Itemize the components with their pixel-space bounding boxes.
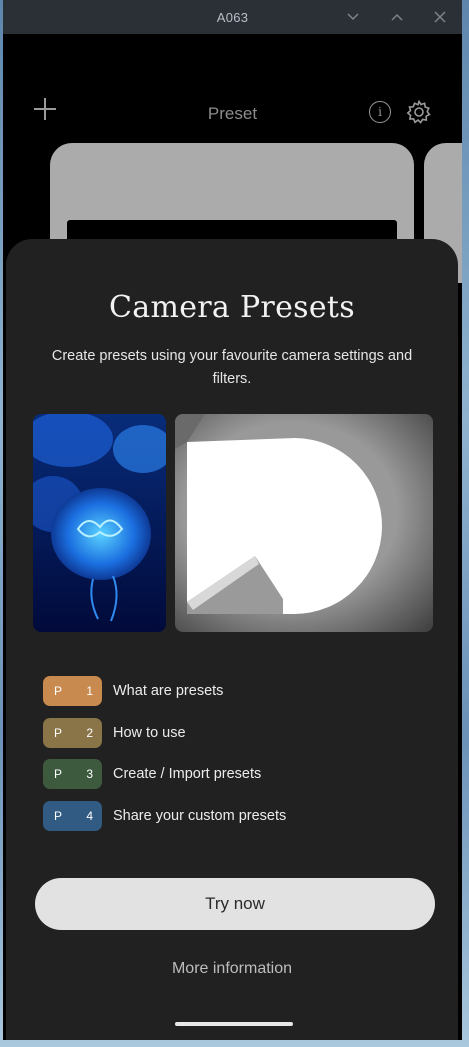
onboarding-sheet: Camera Presets Create presets using your… (6, 239, 458, 1040)
list-item-create-import[interactable]: P 3 Create / Import presets (43, 759, 443, 789)
info-glyph: i (378, 105, 382, 119)
badge-number: 1 (86, 684, 93, 698)
badge-p1: P 1 (43, 676, 102, 706)
jellyfish-image (33, 414, 166, 632)
list-item-label: Share your custom presets (113, 807, 287, 824)
badge-number: 4 (86, 808, 93, 823)
sheet-description: Create presets using your favourite came… (51, 348, 413, 387)
list-item-label: How to use (113, 724, 186, 741)
badge-p4: P 4 (43, 800, 102, 831)
badge-number: 3 (86, 767, 93, 781)
list-item-how-to-use[interactable]: P 2 How to use (43, 717, 443, 748)
home-indicator[interactable] (175, 1022, 293, 1026)
list-item-label: Create / Import presets (113, 766, 262, 782)
window-title: A063 (216, 9, 249, 25)
chevron-up-icon[interactable] (385, 6, 409, 28)
badge-prefix: P (54, 767, 63, 781)
badge-prefix: P (54, 684, 63, 698)
list-item-label: What are presets (113, 683, 224, 699)
badge-prefix: P (54, 808, 63, 823)
sheet-title: Camera Presets (109, 290, 355, 325)
close-icon[interactable] (428, 6, 452, 28)
badge-prefix: P (54, 725, 63, 740)
list-item-what-are-presets[interactable]: P 1 What are presets (43, 676, 443, 706)
window-titlebar[interactable]: A063 (3, 0, 462, 34)
chevron-down-icon[interactable] (341, 6, 365, 28)
try-now-button[interactable]: Try now (35, 878, 435, 930)
list-item-share-presets[interactable]: P 4 Share your custom presets (43, 800, 443, 831)
badge-p3: P 3 (43, 759, 102, 789)
badge-p2: P 2 (43, 717, 102, 748)
badge-number: 2 (86, 725, 93, 740)
gear-icon[interactable] (406, 99, 432, 125)
app-window: A063 Preset i Camera Presets Create pres… (3, 0, 462, 1040)
page-title: Preset (207, 104, 258, 123)
info-icon[interactable]: i (369, 101, 391, 123)
feature-list: P 1 What are presets P 2 How to use P 3 … (43, 676, 443, 842)
building-image (175, 414, 433, 632)
more-information-link[interactable]: More information (6, 960, 458, 978)
